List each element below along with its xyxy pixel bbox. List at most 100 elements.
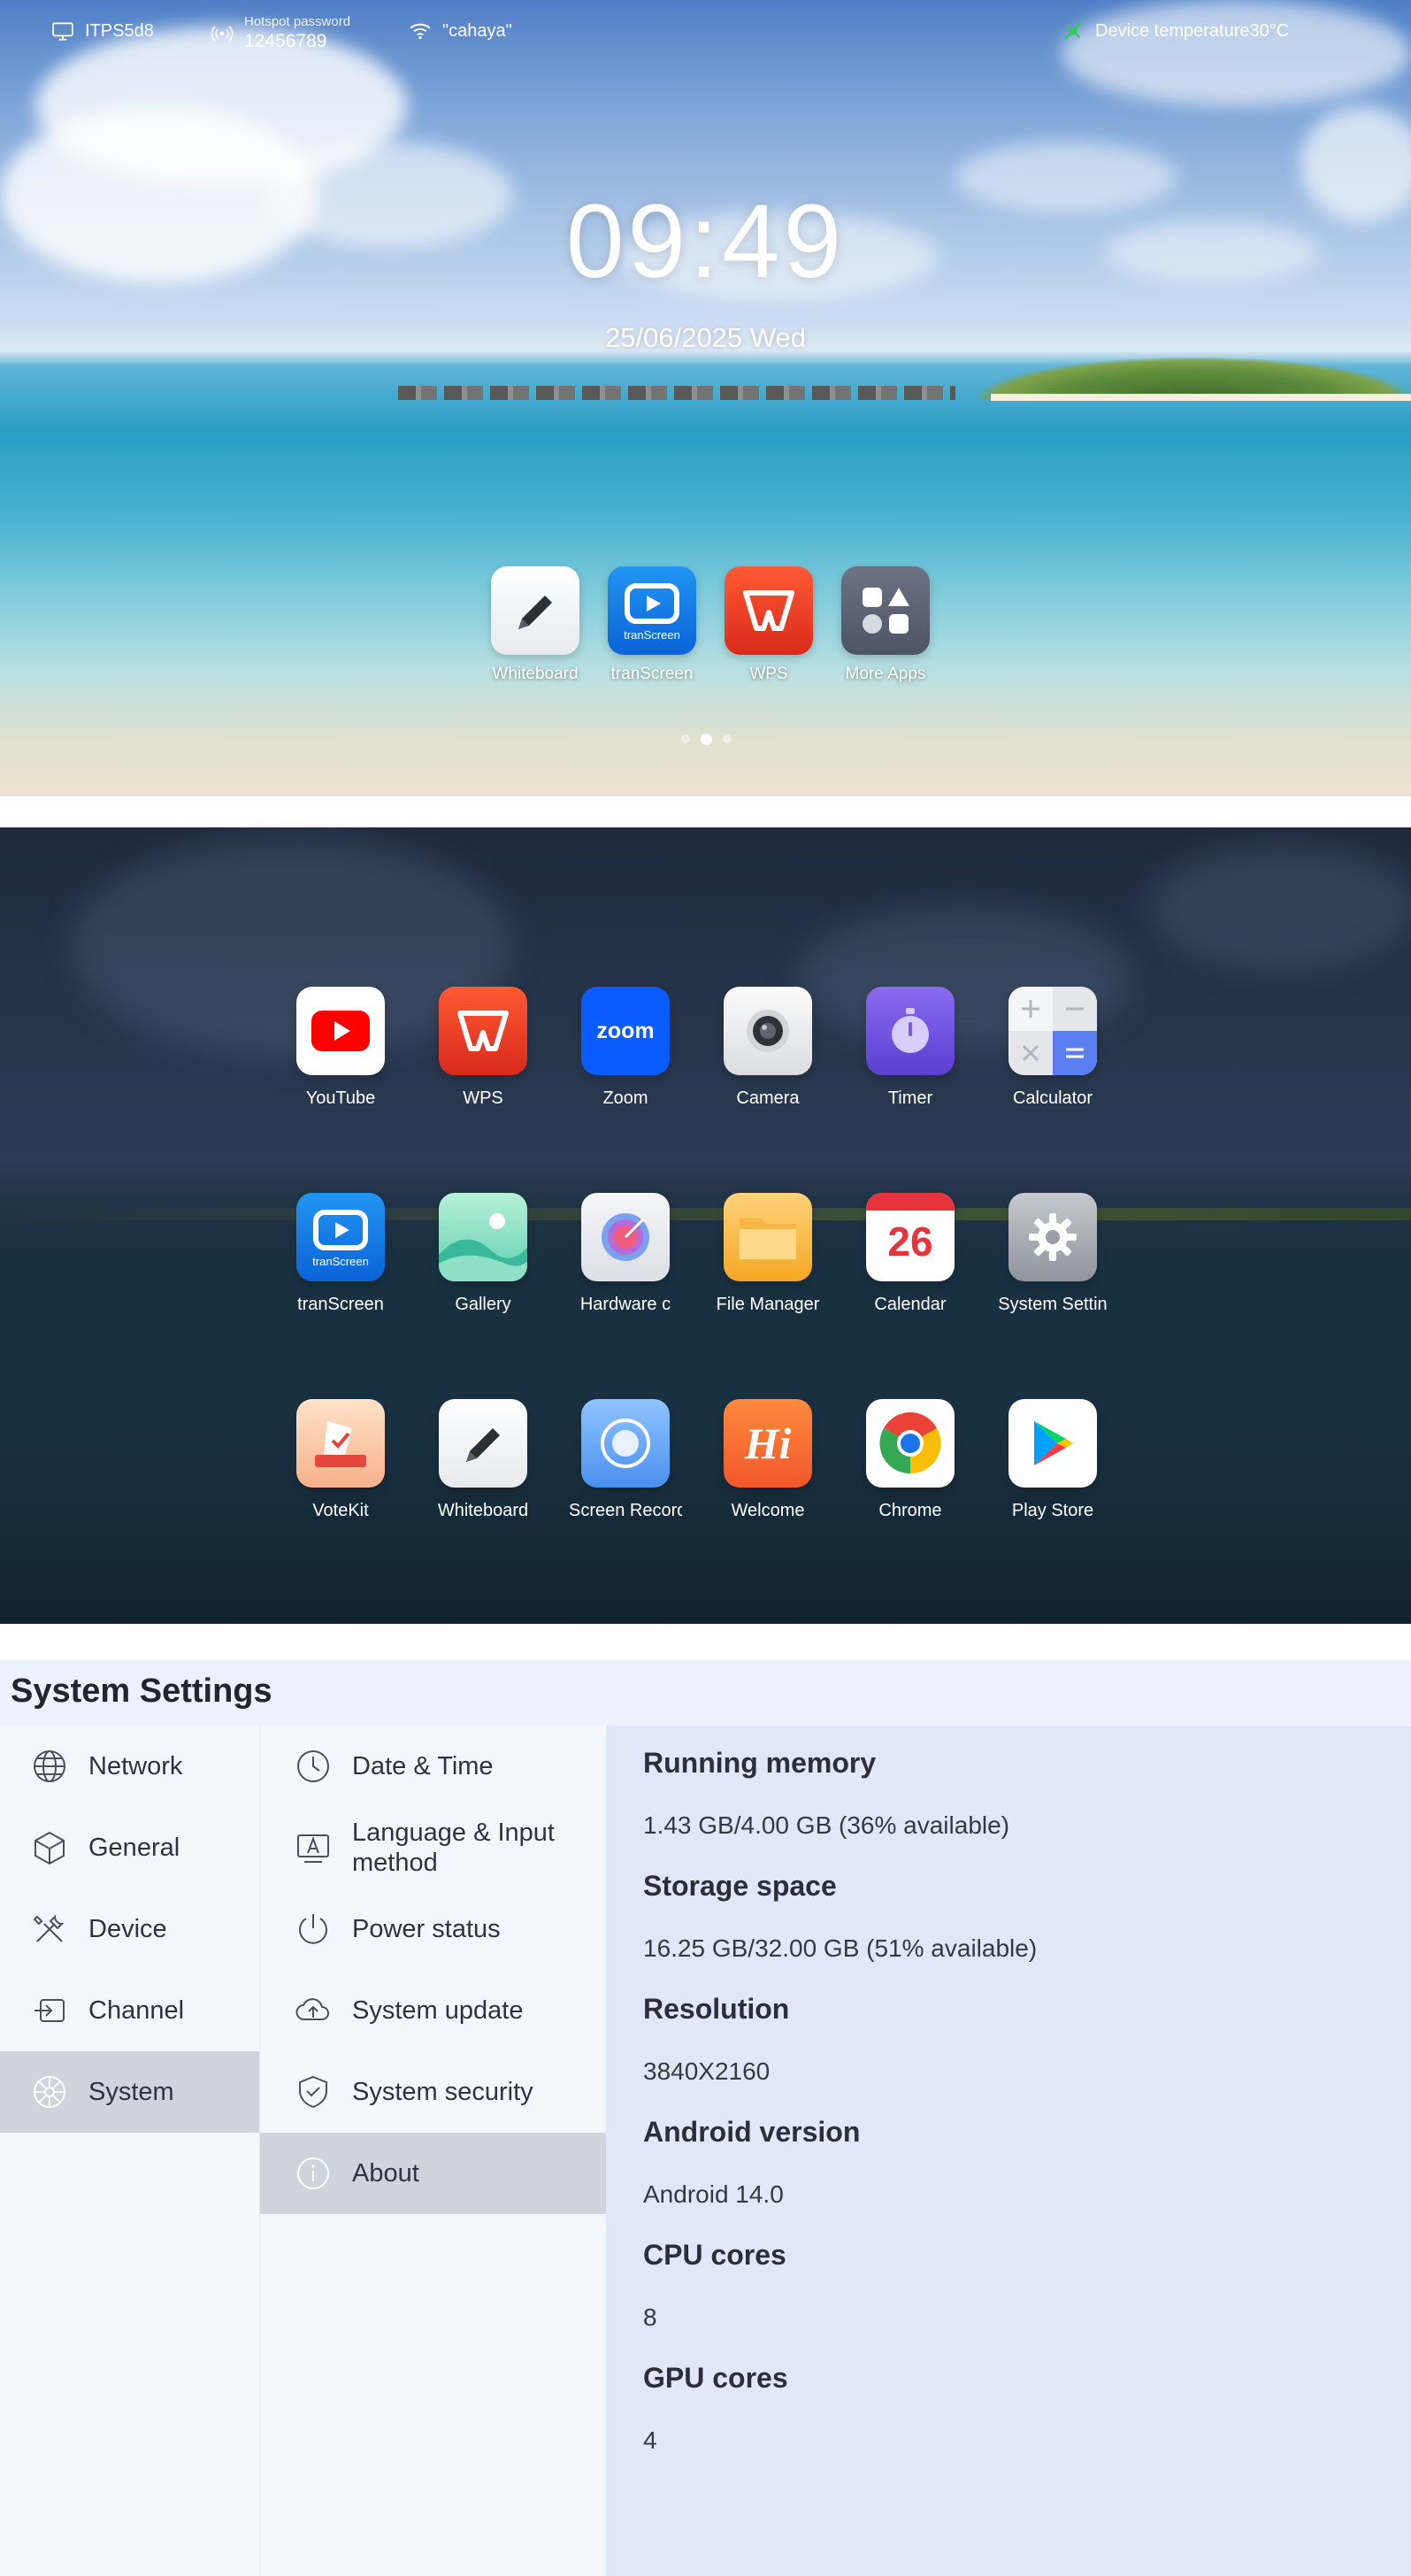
app-wps[interactable]: WPS [439,987,527,1109]
dock-app-wps[interactable]: WPS [725,566,813,684]
app-label: WPS [463,1088,503,1108]
app-gallery[interactable]: Gallery [439,1193,527,1315]
status-bar: ITPS5d8 Hotspot password 12456789 "cahay… [0,0,1411,65]
shield-icon [294,2072,333,2111]
app-system-settings[interactable]: System Settin [998,1193,1108,1315]
info-value: Android 14.0 [643,2180,784,2208]
app-label: VoteKit [312,1501,369,1520]
wifi-status[interactable]: "cahaya" [409,19,512,42]
nav-language-input[interactable]: Language & Input method [260,1807,607,1888]
nav-system-update[interactable]: System update [260,1970,607,2051]
temperature-icon [1064,22,1082,40]
wps-icon [439,987,527,1075]
nav-system-security[interactable]: System security [260,2051,607,2133]
app-welcome[interactable]: Hi Welcome [724,1399,812,1521]
pen-icon [491,566,579,655]
youtube-icon [296,987,385,1075]
info-title: Storage space [643,1870,837,1902]
nav-system[interactable]: System [0,2051,259,2133]
nav-label: Power status [352,1914,501,1943]
info-title: GPU cores [643,2362,788,2394]
info-title: CPU cores [643,2239,786,2271]
page-indicator [681,734,732,745]
globe-icon [30,1747,69,1786]
info-running-memory: Running memory 1.43 GB/4.00 GB (36% avai… [643,1747,1411,1840]
dock-app-label: Whiteboard [492,665,579,683]
nav-about[interactable]: About [260,2133,607,2214]
info-resolution: Resolution 3840X2160 [643,1993,1411,2086]
app-play-store[interactable]: Play Store [1008,1399,1097,1521]
dock-app-whiteboard[interactable]: Whiteboard [491,566,579,684]
info-android-version: Android version Android 14.0 [643,2116,1411,2209]
gear-icon [1008,1193,1097,1281]
info-storage-space: Storage space 16.25 GB/32.00 GB (51% ava… [643,1870,1411,1963]
hotspot-label: Hotspot password [244,14,351,29]
transcreen-icon: tranScreen [296,1193,385,1281]
app-hardware[interactable]: Hardware c [580,1193,671,1315]
page-dot[interactable] [681,734,690,743]
hotspot-status[interactable]: Hotspot password 12456789 [211,14,350,52]
pen-icon [439,1399,527,1488]
page-dot-active[interactable] [701,734,712,745]
app-votekit[interactable]: VoteKit [296,1399,385,1521]
settings-subcategory-nav: Date & Time Language & Input method Powe… [259,1726,607,2576]
info-cpu-cores: CPU cores 8 [643,2239,1411,2332]
app-transcreen[interactable]: tranScreen tranScreen [296,1193,385,1315]
dock-app-label: tranScreen [610,665,694,683]
app-label: Calculator [1012,1088,1093,1108]
cube-icon [30,1828,69,1867]
app-screen-record[interactable]: Screen Record [569,1399,682,1521]
app-whiteboard[interactable]: Whiteboard [438,1399,528,1521]
app-timer[interactable]: Timer [866,987,955,1109]
nav-power-status[interactable]: Power status [260,1888,607,1970]
language-icon [294,1828,333,1867]
app-label: Hardware c [579,1295,671,1314]
info-title: Android version [643,2116,861,2148]
wifi-name: "cahaya" [442,20,512,41]
calendar-icon: 26 [866,1193,955,1281]
apps-grid-icon [841,566,930,655]
wifi-icon [410,23,431,40]
nav-general[interactable]: General [0,1807,259,1888]
info-title: Resolution [643,1993,790,2025]
app-calculator[interactable]: Calculator [1008,987,1097,1109]
zoom-icon: zoom [581,987,670,1075]
app-file-manager[interactable]: File Manager [717,1193,819,1315]
clock-icon [294,1747,333,1786]
nav-label: Channel [88,1995,185,2025]
about-details: Running memory 1.43 GB/4.00 GB (36% avai… [606,1726,1411,2576]
nav-device[interactable]: Device [0,1888,259,1970]
screen-record-icon [581,1399,670,1488]
app-youtube[interactable]: YouTube [296,987,385,1109]
nav-date-time[interactable]: Date & Time [260,1726,607,1807]
camera-icon [724,987,812,1075]
cloud-upload-icon [294,1991,333,2030]
welcome-icon: Hi [724,1399,812,1488]
app-camera[interactable]: Camera [724,987,812,1109]
app-label: System Settin [998,1295,1108,1314]
app-zoom[interactable]: zoom Zoom [581,987,670,1109]
page-dot[interactable] [723,734,732,743]
nav-channel[interactable]: Channel [0,1970,259,2051]
clock: 09:49 [565,183,846,300]
info-value: 4 [643,2426,657,2454]
system-icon [30,2072,69,2111]
dock-app-transcreen[interactable]: tranScreen tranScreen [608,566,696,684]
info-title: Running memory [643,1747,877,1779]
info-value: 8 [643,2303,657,2331]
app-label: tranScreen [297,1295,384,1314]
hotspot-password: 12456789 [244,31,327,51]
nav-label: System security [352,2077,533,2106]
app-chrome[interactable]: Chrome [866,1399,955,1521]
app-label: Calendar [874,1295,947,1314]
nav-network[interactable]: Network [0,1726,259,1807]
app-calendar[interactable]: 26 Calendar [866,1193,955,1315]
dock-app-more-apps[interactable]: More Apps [841,566,930,684]
app-label: Whiteboard [437,1501,529,1520]
timer-icon [866,987,955,1075]
calendar-day: 26 [887,1219,933,1265]
nav-label: System [88,2077,174,2106]
nav-label: Device [88,1914,167,1943]
settings-category-nav: Network General Device Channel System [0,1726,259,2576]
network-status[interactable]: ITPS5d8 [51,19,154,42]
